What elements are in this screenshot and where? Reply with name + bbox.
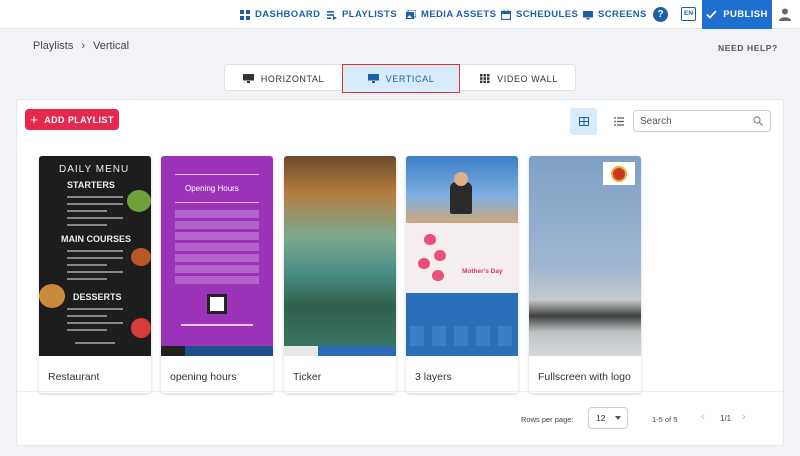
breadcrumb: Playlists › Vertical xyxy=(33,40,129,52)
next-page-button[interactable]: › xyxy=(742,411,746,423)
list-view-toggle[interactable] xyxy=(605,108,632,135)
playlists-panel: + ADD PLAYLIST DAILY MENU STARTERS MAIN … xyxy=(16,99,784,446)
thumb-menu-section: DESSERTS xyxy=(73,292,122,302)
video-wall-icon xyxy=(480,74,490,83)
language-selector[interactable]: EN xyxy=(681,7,696,21)
previous-page-button[interactable]: ‹ xyxy=(701,411,705,423)
food-image xyxy=(131,248,151,266)
check-icon xyxy=(706,10,717,19)
nav-playlists-label: PLAYLISTS xyxy=(342,9,397,20)
rows-per-page-label: Rows per page: xyxy=(521,415,574,424)
food-image xyxy=(131,318,151,338)
playlist-name: 3 layers xyxy=(415,371,452,383)
playlist-thumbnail xyxy=(529,156,641,356)
nav-screens[interactable]: SCREENS xyxy=(583,0,647,29)
nav-schedules[interactable]: SCHEDULES xyxy=(501,0,578,29)
nav-dashboard[interactable]: DASHBOARD xyxy=(240,0,320,29)
logo-icon xyxy=(611,165,627,182)
search-box xyxy=(633,110,771,132)
breadcrumb-current: Vertical xyxy=(93,40,130,52)
page-indicator: 1/1 xyxy=(720,414,732,423)
pagination-divider xyxy=(17,391,783,392)
heart-icon xyxy=(434,250,446,261)
breadcrumb-playlists[interactable]: Playlists xyxy=(33,40,73,52)
orientation-tabs: HORIZONTAL VERTICAL VIDEO WALL xyxy=(224,64,577,93)
tab-vertical-label: VERTICAL xyxy=(385,73,435,84)
tab-horizontal-label: HORIZONTAL xyxy=(260,73,325,84)
nav-schedules-label: SCHEDULES xyxy=(516,9,579,20)
calendar-icon xyxy=(501,9,511,20)
playlists-icon xyxy=(327,10,337,20)
add-playlist-label: ADD PLAYLIST xyxy=(44,114,114,125)
breadcrumb-separator: › xyxy=(81,40,86,52)
playlist-thumbnail: Mother's Day xyxy=(406,156,518,356)
logo-badge xyxy=(603,162,635,185)
list-view-icon xyxy=(613,117,624,126)
playlist-card-fullscreen-with-logo[interactable]: Fullscreen with logo xyxy=(529,156,641,393)
thumb-menu-section: MAIN COURSES xyxy=(61,234,132,244)
nav-media-assets-label: MEDIA ASSETS xyxy=(421,9,497,20)
playlist-name: Restaurant xyxy=(48,371,100,383)
thumb-menu-section: STARTERS xyxy=(67,180,115,190)
playlist-name: Fullscreen with logo xyxy=(538,371,631,383)
grid-view-toggle[interactable] xyxy=(570,108,597,135)
nav-dashboard-label: DASHBOARD xyxy=(255,9,321,20)
playlist-thumbnail: DAILY MENU STARTERS MAIN COURSES DESSERT… xyxy=(39,156,151,356)
playlist-card-3-layers[interactable]: Mother's Day 3 layers xyxy=(406,156,518,393)
media-assets-icon xyxy=(406,9,416,20)
tab-horizontal[interactable]: HORIZONTAL xyxy=(225,65,342,92)
rows-per-page-select[interactable]: 12 xyxy=(588,407,628,429)
help-icon[interactable]: ? xyxy=(653,7,668,22)
need-help-link[interactable]: NEED HELP? xyxy=(718,43,778,53)
playlist-card-ticker[interactable]: Ticker xyxy=(284,156,396,393)
rows-per-page-value: 12 xyxy=(596,413,606,423)
food-image xyxy=(39,284,65,308)
tab-video-wall-label: VIDEO WALL xyxy=(497,73,558,84)
food-image xyxy=(127,190,151,212)
plus-icon: + xyxy=(30,112,39,127)
nav-media-assets[interactable]: MEDIA ASSETS xyxy=(406,0,496,29)
top-navigation-bar: DASHBOARD PLAYLISTS MEDIA ASSETS SCHEDUL… xyxy=(0,0,800,29)
dashboard-icon xyxy=(240,9,250,20)
monitor-vertical-icon xyxy=(367,74,379,83)
heart-icon xyxy=(432,270,444,281)
add-playlist-button[interactable]: + ADD PLAYLIST xyxy=(25,109,119,130)
pagination-range: 1-5 of 5 xyxy=(652,415,678,424)
nav-playlists[interactable]: PLAYLISTS xyxy=(327,0,397,29)
publish-label: PUBLISH xyxy=(723,9,768,20)
search-icon xyxy=(753,116,763,126)
tab-video-wall[interactable]: VIDEO WALL xyxy=(460,65,577,92)
qr-code-icon xyxy=(207,294,227,314)
playlist-card-restaurant[interactable]: DAILY MENU STARTERS MAIN COURSES DESSERT… xyxy=(39,156,151,393)
nav-screens-label: SCREENS xyxy=(598,9,647,20)
heart-icon xyxy=(424,234,436,245)
playlist-thumbnail xyxy=(284,156,396,356)
tab-vertical[interactable]: VERTICAL xyxy=(342,64,460,93)
thumb-hours-title: Opening Hours xyxy=(185,184,239,193)
monitor-horizontal-icon xyxy=(242,74,254,83)
playlist-name: Ticker xyxy=(293,371,322,383)
playlist-thumbnail: Opening Hours xyxy=(161,156,273,356)
grid-view-icon xyxy=(578,117,589,126)
caret-down-icon xyxy=(615,416,621,420)
publish-button[interactable]: PUBLISH xyxy=(702,0,772,29)
playlist-name: opening hours xyxy=(170,371,237,383)
user-account-icon[interactable] xyxy=(779,8,791,21)
thumb-menu-title: DAILY MENU xyxy=(59,164,130,175)
heart-icon xyxy=(418,258,430,269)
thumb-banner-text: Mother's Day xyxy=(462,268,503,275)
playlist-card-opening-hours[interactable]: Opening Hours opening hours xyxy=(161,156,273,393)
search-input[interactable] xyxy=(640,111,750,132)
monitor-icon xyxy=(583,10,593,20)
